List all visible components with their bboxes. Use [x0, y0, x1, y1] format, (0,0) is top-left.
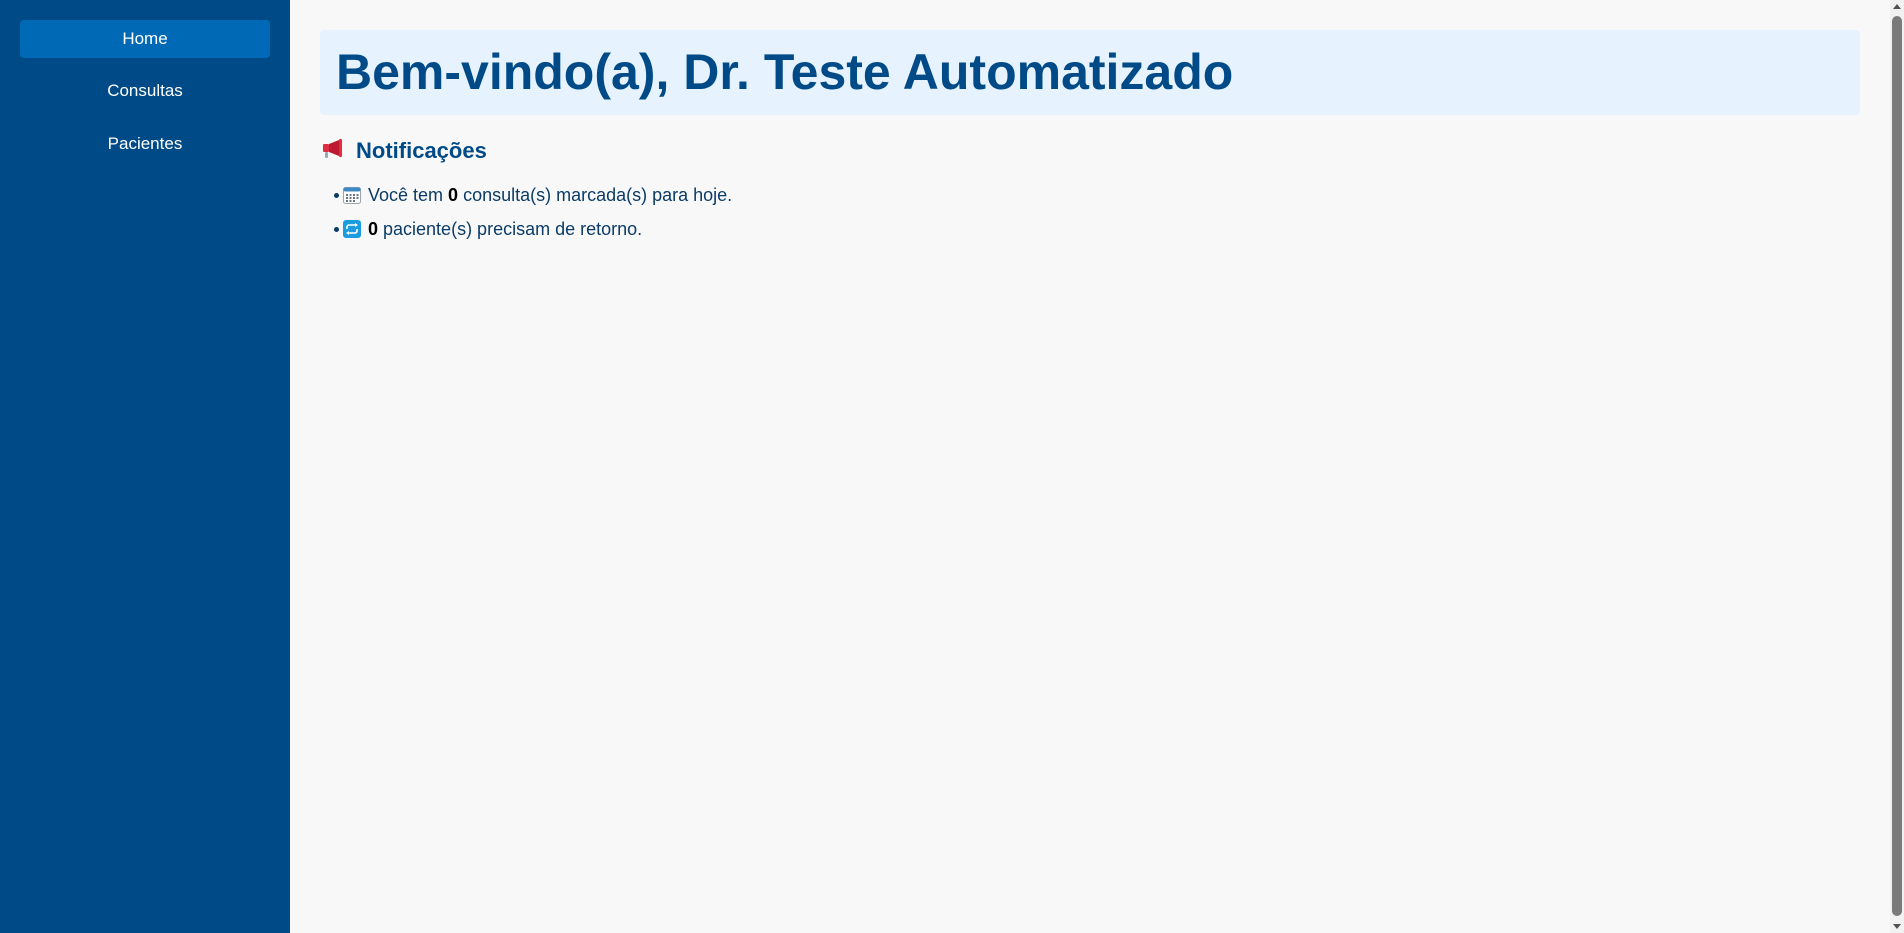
page-title: Bem-vindo(a), Dr. Teste Automatizado [336, 44, 1234, 100]
scroll-down-arrow-icon[interactable] [1893, 924, 1901, 929]
scroll-thumb[interactable] [1892, 16, 1902, 916]
megaphone-icon [322, 138, 346, 165]
list-bullet [334, 227, 339, 232]
appointments-count: 0 [448, 184, 459, 205]
notification-suffix: paciente(s) precisam de retorno. [378, 218, 643, 239]
notification-returns: 0 paciente(s) precisam de retorno. [334, 212, 732, 246]
notifications-list: Você tem 0 consulta(s) marcada(s) para h… [334, 178, 733, 246]
notifications-header: Notificações [322, 137, 487, 165]
list-bullet [334, 193, 339, 198]
welcome-banner: Bem-vindo(a), Dr. Teste Automatizado [320, 30, 1860, 115]
returns-count: 0 [368, 218, 379, 239]
notification-appointments: Você tem 0 consulta(s) marcada(s) para h… [334, 178, 733, 212]
repeat-icon [343, 220, 361, 238]
calendar-icon [343, 186, 361, 204]
main-content: Bem-vindo(a), Dr. Teste Automatizado Not… [290, 0, 1890, 933]
notifications-title: Notificações [356, 138, 487, 163]
sidebar: Home Consultas Pacientes [0, 0, 290, 933]
notification-suffix: consulta(s) marcada(s) para hoje. [458, 184, 733, 205]
scroll-up-arrow-icon[interactable] [1893, 4, 1901, 9]
sidebar-item-home[interactable]: Home [20, 20, 270, 58]
sidebar-item-pacientes[interactable]: Pacientes [20, 125, 270, 163]
sidebar-item-consultas[interactable]: Consultas [20, 72, 270, 110]
vertical-scrollbar[interactable] [1890, 0, 1904, 933]
notification-prefix: Você tem [368, 184, 449, 205]
